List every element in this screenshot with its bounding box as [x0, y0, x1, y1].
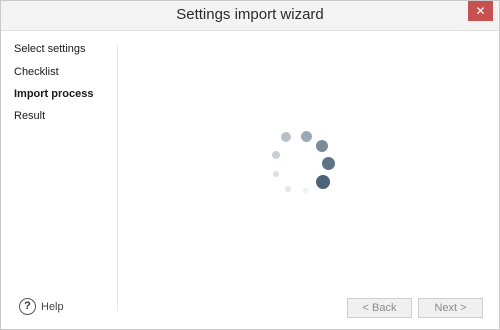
spinner-dot [316, 175, 330, 189]
spinner-dot [272, 151, 280, 159]
nav-item-import-process[interactable]: Import process [14, 88, 93, 100]
next-button[interactable]: Next > [418, 298, 483, 318]
spinner-dot [316, 140, 328, 152]
spinner-dot [322, 157, 335, 170]
wizard-steps-nav: Select settings Checklist Import process… [1, 31, 117, 311]
spinner-dot [303, 188, 308, 193]
spinner-dot [281, 132, 291, 142]
spinner-dot [301, 131, 312, 142]
help-icon: ? [19, 298, 36, 315]
spinner-dot [273, 171, 279, 177]
close-icon[interactable]: ✕ [468, 1, 493, 21]
help-link[interactable]: ? Help [19, 298, 64, 315]
window-title: Settings import wizard [176, 6, 324, 23]
help-label: Help [41, 300, 64, 313]
wizard-window: Settings import wizard ✕ Select settings… [0, 0, 500, 330]
back-button[interactable]: < Back [347, 298, 412, 318]
nav-divider [117, 45, 118, 311]
nav-item-checklist[interactable]: Checklist [14, 66, 59, 78]
loading-spinner-icon [266, 129, 336, 199]
title-bar: Settings import wizard ✕ [1, 1, 499, 31]
spinner-dot [285, 186, 291, 192]
nav-item-result[interactable]: Result [14, 110, 45, 122]
nav-item-select-settings[interactable]: Select settings [14, 43, 86, 55]
